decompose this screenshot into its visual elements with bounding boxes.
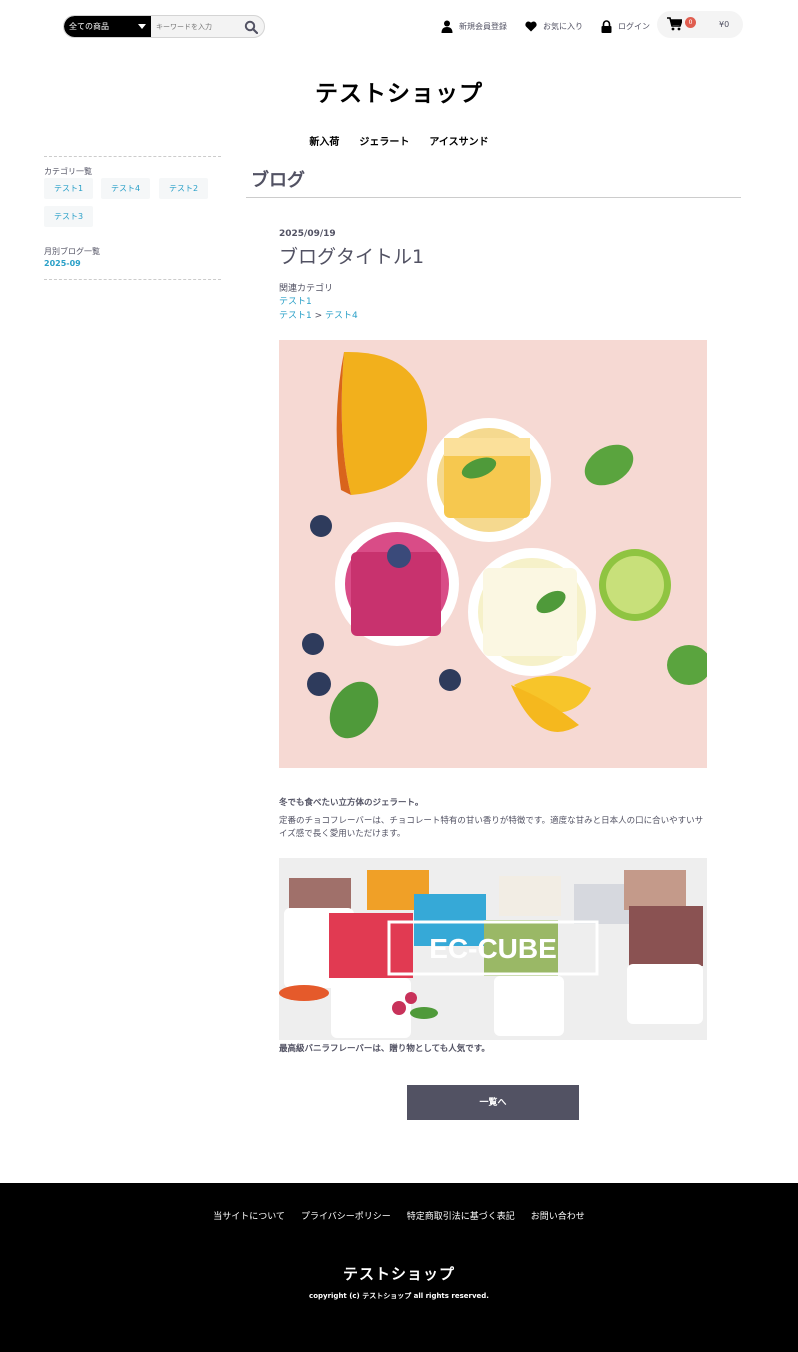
search-icon[interactable] [244, 19, 260, 35]
page-title: ブログ [251, 170, 305, 191]
related-category-label: 関連カテゴリ [279, 284, 334, 294]
footer-copyright: copyright (c) テストショップ all rights reserve… [309, 1292, 489, 1300]
post-banner-image: EC-CUBE [279, 858, 707, 1040]
category-list-heading: カテゴリ一覧 [44, 167, 92, 176]
gnav-item-new[interactable]: 新入荷 [309, 133, 339, 148]
breadcrumb-separator: > [311, 311, 325, 321]
category-tag-test2[interactable]: テスト2 [159, 178, 209, 199]
month-link[interactable]: 2025-09 [44, 259, 81, 268]
register-link[interactable]: 新規会員登録 [441, 19, 507, 34]
search-category-select[interactable]: 全ての商品 [64, 16, 151, 37]
gnav-item-icesand[interactable]: アイスサンド [429, 133, 488, 148]
category-tag-test4[interactable]: テスト4 [101, 178, 151, 199]
footer-link-privacy[interactable]: プライバシーポリシー [301, 1209, 391, 1222]
cart-button[interactable]: 0 ¥0 [657, 11, 743, 38]
related-category-path: テスト1 > テスト4 [279, 308, 358, 321]
cart-icon [667, 17, 682, 31]
monthly-list-heading: 月別ブログ一覧 [44, 247, 100, 256]
cart-count-badge: 0 [685, 17, 696, 28]
gnav-item-gelato[interactable]: ジェラート [359, 133, 409, 148]
post-caption-text: 最高級バニラフレーバーは、贈り物としても人気です。 [279, 1044, 490, 1054]
user-icon [441, 20, 453, 33]
footer-link-tokushoho[interactable]: 特定商取引法に基づく表記 [407, 1209, 515, 1222]
post-body-text: 定番のチョコフレーバーは、チョコレート特有の甘い香りが特徴です。適度な甘みと日本… [279, 816, 704, 839]
banner-logo-text: EC-CUBE [429, 933, 557, 964]
favorites-link[interactable]: お気に入り [525, 19, 583, 34]
back-to-list-button[interactable]: 一覧へ [407, 1085, 579, 1120]
post-title: ブログタイトル1 [279, 246, 425, 268]
search-category-label: 全ての商品 [69, 22, 109, 31]
post-date: 2025/09/19 [279, 229, 336, 239]
post-lead-text: 冬でも食べたい立方体のジェラート。 [279, 798, 424, 808]
shop-logo-title[interactable]: テストショップ [0, 74, 798, 108]
search-input[interactable] [156, 19, 241, 34]
post-main-image [279, 340, 707, 768]
category-tag-test1[interactable]: テスト1 [44, 178, 94, 199]
footer-link-contact[interactable]: お問い合わせ [531, 1209, 585, 1222]
footer-nav: 当サイトについて プライバシーポリシー 特定商取引法に基づく表記 お問い合わせ [0, 1209, 798, 1222]
footer-shop-title: テストショップ [342, 1265, 455, 1283]
search-bar: 全ての商品 [63, 15, 265, 38]
login-link[interactable]: ログイン [601, 19, 650, 34]
related-category-child-link[interactable]: テスト4 [325, 311, 358, 321]
footer-link-about[interactable]: 当サイトについて [213, 1209, 285, 1222]
login-label: ログイン [618, 22, 650, 31]
heart-icon [525, 21, 537, 32]
related-category-link[interactable]: テスト1 [279, 294, 312, 307]
global-nav: 新入荷 ジェラート アイスサンド [0, 133, 798, 148]
favorites-label: お気に入り [543, 22, 583, 31]
related-category-parent-link[interactable]: テスト1 [279, 311, 312, 321]
lock-icon [601, 20, 612, 33]
category-tag-test3[interactable]: テスト3 [44, 206, 94, 227]
register-label: 新規会員登録 [459, 22, 507, 31]
footer: 当サイトについて プライバシーポリシー 特定商取引法に基づく表記 お問い合わせ … [0, 1183, 798, 1352]
cart-total: ¥0 [719, 20, 730, 29]
chevron-down-icon [138, 24, 146, 29]
heading-divider [246, 197, 741, 198]
sidebar-divider [44, 156, 221, 157]
sidebar-divider [44, 279, 221, 280]
